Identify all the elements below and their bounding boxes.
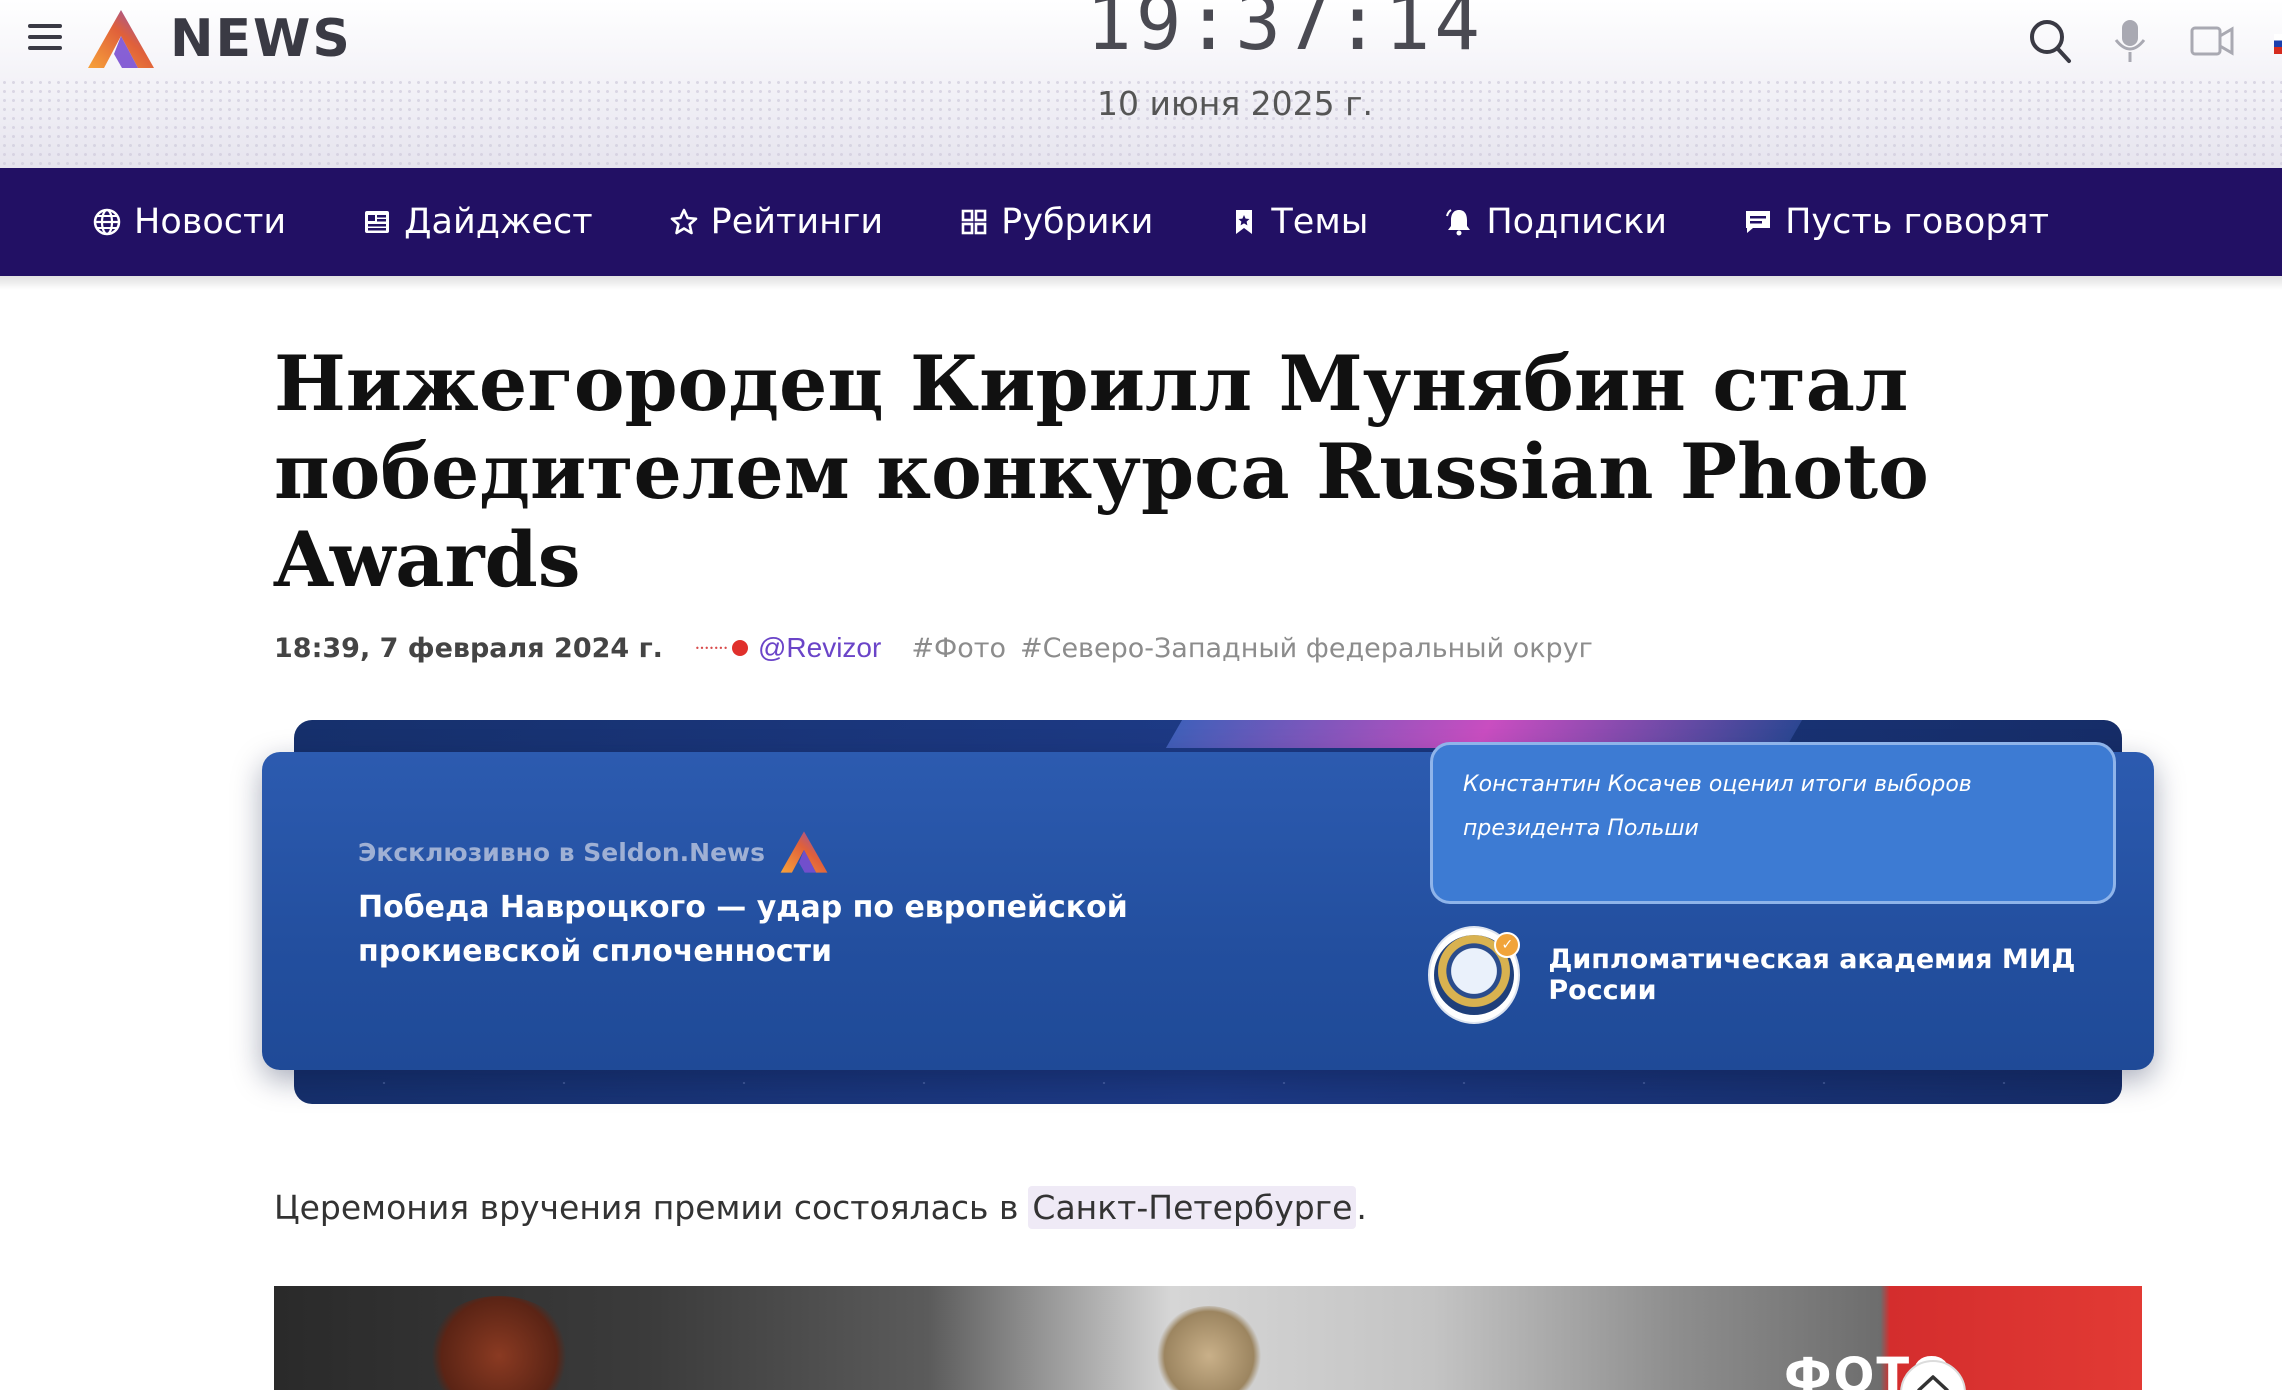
language-flag-icon[interactable] bbox=[2274, 34, 2282, 54]
article-title: Нижегородец Кирилл Мунябин стал победите… bbox=[274, 339, 1929, 604]
tag-link[interactable]: #Фото bbox=[911, 633, 1006, 664]
nav-item-label: Рейтинги bbox=[710, 202, 884, 242]
exclusive-promo-card[interactable]: Эксклюзивно в Seldon.News Победа Навроцк… bbox=[262, 742, 2154, 1070]
photo-figure bbox=[424, 1296, 574, 1390]
promo-headline[interactable]: Победа Навроцкого — удар по европейской … bbox=[358, 886, 1258, 974]
nav-item-label: Дайджест bbox=[404, 202, 593, 242]
main-nav: Новости Дайджест Рейтинги Рубрики Темы П… bbox=[0, 168, 2282, 276]
bookmark-icon bbox=[1236, 210, 1253, 234]
nav-item-label: Рубрики bbox=[1001, 202, 1154, 242]
lead-end: . bbox=[1356, 1188, 1367, 1227]
current-date: 10 июня 2025 г. bbox=[1097, 84, 1373, 123]
globe-icon bbox=[93, 208, 121, 236]
nav-item-news[interactable]: Новости bbox=[92, 202, 286, 242]
nav-item-topics[interactable]: Темы bbox=[1229, 202, 1368, 242]
nav-item-label: Новости bbox=[134, 202, 287, 242]
menu-icon[interactable] bbox=[28, 24, 62, 54]
promo-quote: Константин Косачев оценил итоги выборов … bbox=[1430, 742, 2116, 904]
clock: 19:37:14 bbox=[1086, 0, 1485, 67]
chevron-up-icon bbox=[1917, 1375, 1949, 1390]
tag-link[interactable]: #Северо-Западный федеральный округ bbox=[1020, 633, 1593, 664]
nav-item-rubrics[interactable]: Рубрики bbox=[959, 202, 1153, 242]
article-lead: Церемония вручения премии состоялась в С… bbox=[274, 1186, 1367, 1229]
lead-text: Церемония вручения премии состоялась в bbox=[274, 1188, 1019, 1227]
star-icon bbox=[670, 208, 697, 235]
top-header: NEWS 19:37:14 10 июня 2025 г. bbox=[0, 0, 2282, 168]
exclusive-label-text: Эксклюзивно в Seldon.News bbox=[358, 837, 766, 867]
nav-item-ratings[interactable]: Рейтинги bbox=[669, 202, 884, 242]
microphone-icon[interactable] bbox=[2112, 18, 2148, 64]
nav-item-label: Пусть говорят bbox=[1785, 202, 2049, 242]
bell-icon bbox=[1446, 209, 1471, 236]
promo-author[interactable]: ✓ Дипломатическая академия МИД России bbox=[1428, 926, 2154, 1024]
logo-icon bbox=[88, 10, 154, 68]
nav-item-digest[interactable]: Дайджест bbox=[362, 202, 593, 242]
search-icon[interactable] bbox=[2028, 18, 2072, 64]
article-photo: ФОТО bbox=[274, 1286, 2142, 1390]
author-name: Дипломатическая академия МИД России bbox=[1548, 944, 2076, 1006]
exclusive-label: Эксклюзивно в Seldon.News bbox=[358, 830, 829, 874]
digest-icon bbox=[365, 211, 390, 233]
nav-item-label: Подписки bbox=[1486, 202, 1668, 242]
logo-text: NEWS bbox=[170, 9, 352, 69]
article-meta: 18:39, 7 февраля 2024 г. ••••••• @Revizo… bbox=[274, 632, 1593, 664]
nav-item-label: Темы bbox=[1271, 202, 1369, 242]
source-handle[interactable]: @Revizor bbox=[758, 632, 881, 664]
avatar: ✓ bbox=[1428, 926, 1521, 1024]
nav-shadow bbox=[0, 276, 2282, 290]
grid-icon bbox=[961, 209, 987, 235]
logo-icon bbox=[780, 831, 828, 873]
photo-figure bbox=[1154, 1306, 1264, 1390]
site-logo[interactable]: NEWS bbox=[86, 8, 352, 70]
city-link[interactable]: Санкт-Петербурге bbox=[1028, 1186, 1357, 1229]
nav-item-let-them-talk[interactable]: Пусть говорят bbox=[1743, 202, 2049, 242]
video-camera-icon[interactable] bbox=[2190, 18, 2234, 64]
nav-item-subscriptions[interactable]: Подписки bbox=[1444, 202, 1667, 242]
chat-icon bbox=[1746, 211, 1771, 233]
source-logo-icon: ••••••• bbox=[695, 640, 748, 656]
verified-badge-icon: ✓ bbox=[1494, 932, 1521, 958]
publish-date: 18:39, 7 февраля 2024 г. bbox=[274, 632, 663, 664]
source-link[interactable]: ••••••• @Revizor bbox=[695, 632, 881, 664]
